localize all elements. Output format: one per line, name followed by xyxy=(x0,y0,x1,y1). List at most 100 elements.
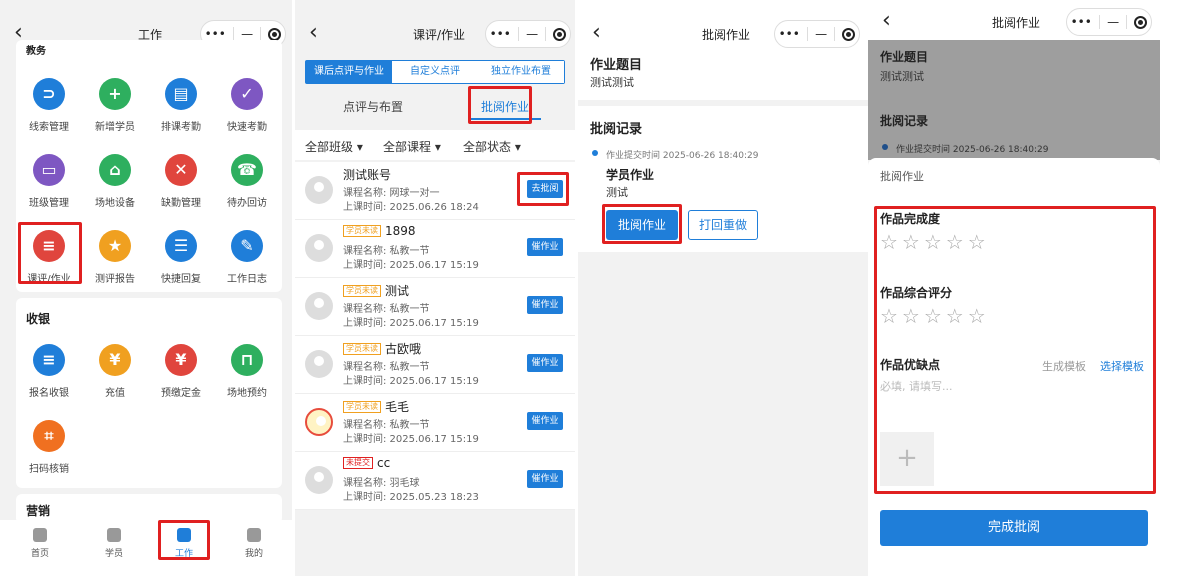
filter-course[interactable]: 全部课程 ▾ xyxy=(383,138,441,155)
record-label: 批阅记录 xyxy=(880,114,929,128)
remind-homework-button[interactable]: 催作业 xyxy=(527,296,563,314)
grid-item[interactable]: ¥ 充值 xyxy=(82,344,148,399)
nav-title: 批阅作业 xyxy=(992,16,1041,30)
grid-item-label: 场地设备 xyxy=(95,198,135,209)
student-icon xyxy=(107,528,121,542)
grid-item-label: 工作日志 xyxy=(227,274,267,285)
segment-independent-homework[interactable]: 独立作业布置 xyxy=(478,61,564,83)
tab-label: 学员 xyxy=(104,549,123,559)
remind-homework-button[interactable]: 催作业 xyxy=(527,412,563,430)
pros-cons-input[interactable]: 必填, 请填写... xyxy=(880,378,952,394)
grid-item[interactable]: ▭ 班级管理 xyxy=(16,154,82,209)
work-screen: ‹ 工作 ••• — 教务 ⊃ 线索管理 + 新增学员 ▤ 排课考勤 ✓ 快速考勤 ▭ 班级管理 ⌂ 场… xyxy=(0,0,292,576)
add-user-icon: + xyxy=(99,78,131,110)
tab-profile[interactable]: 我的 xyxy=(234,528,274,559)
grid-item[interactable]: ⌂ 场地设备 xyxy=(82,154,148,209)
filter-status[interactable]: 全部状态 ▾ xyxy=(463,138,521,155)
finish-review-button[interactable]: 完成批阅 xyxy=(880,510,1148,546)
upload-plus-button[interactable]: + xyxy=(880,432,934,486)
segment-custom-comment[interactable]: 自定义点评 xyxy=(392,61,478,83)
review-button[interactable]: 批阅作业 xyxy=(606,210,678,240)
status-badge: 学员未读 xyxy=(343,342,381,355)
class-time: 上课时间: 2025.06.17 15:19 xyxy=(343,434,479,445)
grid-item-label: 缺勤管理 xyxy=(161,198,201,209)
grid-item[interactable]: ☎ 待办回访 xyxy=(214,154,280,209)
avatar xyxy=(305,350,333,378)
completion-stars[interactable]: ☆☆☆☆☆ xyxy=(880,230,990,254)
go-review-button[interactable]: 去批阅 xyxy=(527,180,563,198)
grid-item[interactable]: ⌗ 扫码核销 xyxy=(16,420,82,475)
capsule-menu[interactable]: ••• — xyxy=(774,20,860,48)
grid-item[interactable]: ⊓ 场地预约 xyxy=(214,344,280,399)
phone-icon: ☎ xyxy=(231,154,263,186)
grid-item[interactable]: + 新增学员 xyxy=(82,78,148,133)
tab-review-homework[interactable]: 批阅作业 xyxy=(481,98,529,115)
overall-stars[interactable]: ☆☆☆☆☆ xyxy=(880,304,990,328)
grid-item-label: 快速考勤 xyxy=(227,122,267,133)
absence-icon: ✕ xyxy=(165,154,197,186)
list-item[interactable]: 学员未读 1898 课程名称: 私教一节 上课时间: 2025.06.17 15:19… xyxy=(295,220,575,278)
filter-bar: 全部班级 ▾ 全部课程 ▾ 全部状态 ▾ xyxy=(295,130,575,160)
homework-icon: ≡ xyxy=(33,230,65,262)
segment-control: 课后点评与作业 自定义点评 独立作业布置 xyxy=(305,60,565,84)
grid-item-label: 班级管理 xyxy=(29,198,69,209)
choose-template-link[interactable]: 选择模板 xyxy=(1100,358,1144,374)
course-name: 课程名称: 网球一对一 xyxy=(343,188,440,199)
grid-item[interactable]: ≡ 报名收银 xyxy=(16,344,82,399)
avatar xyxy=(305,466,333,494)
grid-item-label: 报名收银 xyxy=(29,388,69,399)
list-item[interactable]: 学员未读 毛毛 课程名称: 私教一节 上课时间: 2025.06.17 15:19 催作… xyxy=(295,394,575,452)
generate-template-link[interactable]: 生成模板 xyxy=(1042,358,1086,374)
submit-time: 作业提交时间 2025-06-26 18:40:29 xyxy=(606,151,759,161)
submit-time: 作业提交时间 2025-06-26 18:40:29 xyxy=(896,145,1049,155)
grid-item[interactable]: ★ 测评报告 xyxy=(82,230,148,285)
timeline-dot xyxy=(592,150,598,156)
grid-item[interactable]: ⊃ 线索管理 xyxy=(16,78,82,133)
pros-cons-label: 作品优缺点 xyxy=(880,358,941,372)
profile-icon xyxy=(247,528,261,542)
grid-item-label: 排课考勤 xyxy=(161,122,201,133)
grid-item[interactable]: ¥ 预缴定金 xyxy=(148,344,214,399)
grid-item[interactable]: ☰ 快捷回复 xyxy=(148,230,214,285)
check-icon: ✓ xyxy=(231,78,263,110)
tab-student[interactable]: 学员 xyxy=(94,528,134,559)
student-name: 学员未读 1898 xyxy=(343,224,416,238)
list-item[interactable]: 学员未读 古欧哦 课程名称: 私教一节 上课时间: 2025.06.17 15:19 催… xyxy=(295,336,575,394)
list-item[interactable]: 未提交 cc 课程名称: 羽毛球 上课时间: 2025.05.23 18:23 催作业 xyxy=(295,452,575,510)
tab-comment-assign[interactable]: 点评与布置 xyxy=(343,98,403,115)
back-icon[interactable]: ‹ xyxy=(882,8,891,33)
grid-item[interactable]: ▤ 排课考勤 xyxy=(148,78,214,133)
tab-home[interactable]: 首页 xyxy=(20,528,60,559)
tab-bar: 首页 学员 工作 我的 xyxy=(0,520,292,576)
grid-item[interactable]: ≡ 课评/作业 xyxy=(16,230,82,285)
filter-class[interactable]: 全部班级 ▾ xyxy=(305,138,363,155)
tab-work[interactable]: 工作 xyxy=(164,528,204,559)
section-title: 收银 xyxy=(26,312,51,326)
grid-item[interactable]: ✓ 快速考勤 xyxy=(214,78,280,133)
back-icon[interactable]: ‹ xyxy=(592,20,601,45)
back-icon[interactable]: ‹ xyxy=(309,20,318,45)
name-text: cc xyxy=(377,456,391,470)
grid-item[interactable]: ✕ 缺勤管理 xyxy=(148,154,214,209)
capsule-menu[interactable]: ••• — xyxy=(1066,8,1152,36)
link-icon: ⊃ xyxy=(33,78,65,110)
avatar xyxy=(305,176,333,204)
hw-title-label: 作业题目 xyxy=(880,50,929,64)
report-icon: ★ xyxy=(99,230,131,262)
list-item[interactable]: 测试账号 课程名称: 网球一对一 上课时间: 2025.06.26 18:24 去批阅 xyxy=(295,162,575,220)
list-item[interactable]: 学员未读 测试 课程名称: 私教一节 上课时间: 2025.06.17 15:19 催作… xyxy=(295,278,575,336)
class-icon: ▭ xyxy=(33,154,65,186)
grid-item[interactable]: ✎ 工作日志 xyxy=(214,230,280,285)
status-badge: 学员未读 xyxy=(343,225,381,237)
student-name: 学员未读 测试 xyxy=(343,282,409,299)
remind-homework-button[interactable]: 催作业 xyxy=(527,470,563,488)
completion-label: 作品完成度 xyxy=(880,212,941,226)
tab-label: 我的 xyxy=(244,549,263,559)
redo-button[interactable]: 打回重做 xyxy=(688,210,758,240)
course-name: 课程名称: 私教一节 xyxy=(343,362,430,373)
segment-after-class[interactable]: 课后点评与作业 xyxy=(306,61,392,83)
remind-homework-button[interactable]: 催作业 xyxy=(527,354,563,372)
capsule-menu[interactable]: ••• — xyxy=(485,20,571,48)
schedule-icon: ▤ xyxy=(165,78,197,110)
remind-homework-button[interactable]: 催作业 xyxy=(527,238,563,256)
